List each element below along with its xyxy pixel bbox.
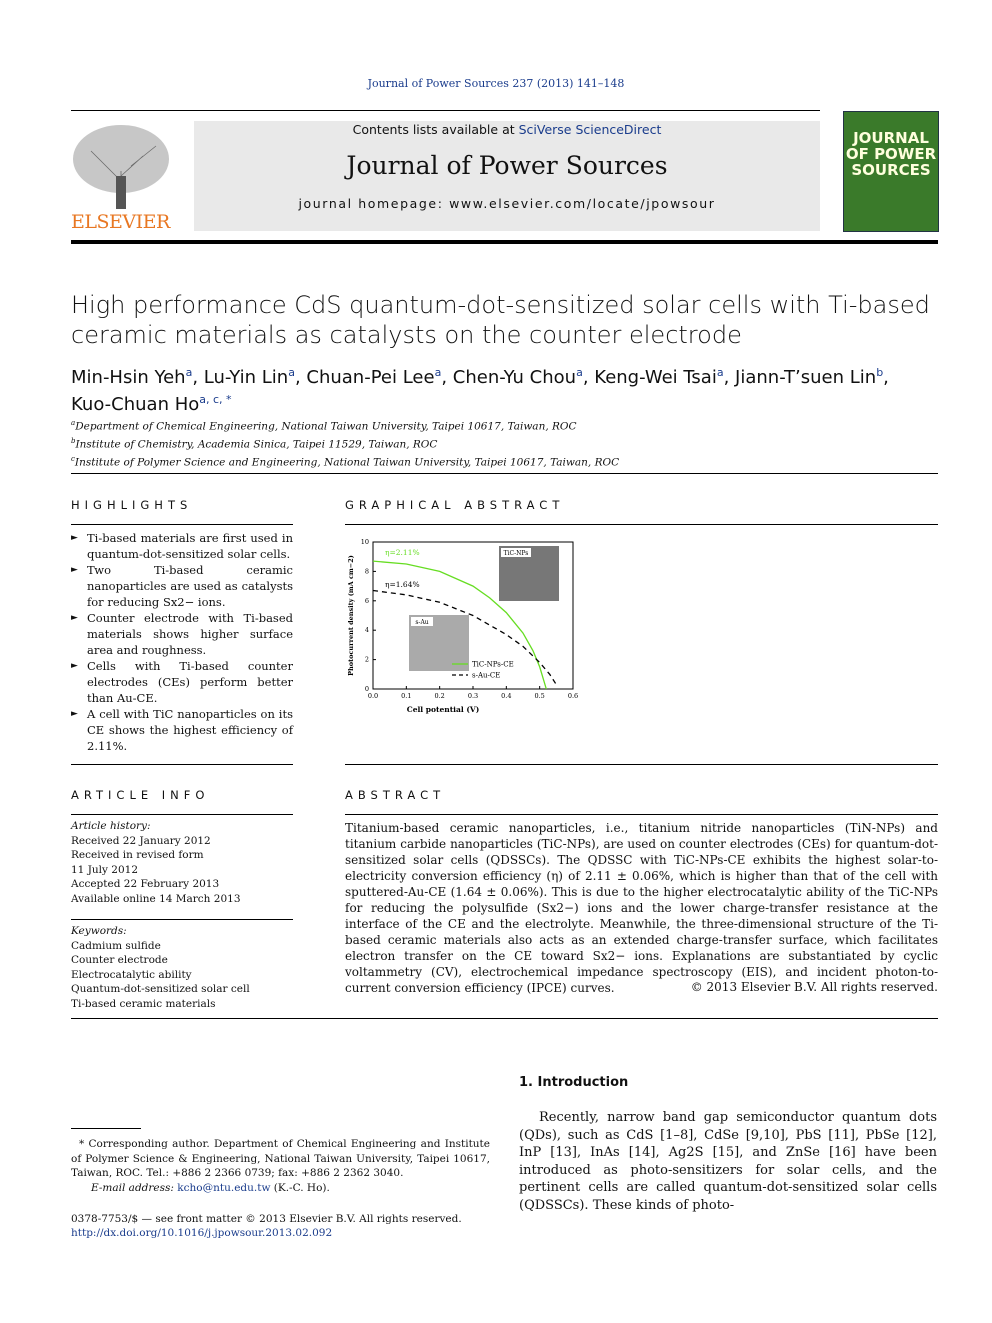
- efficiency-annotation: η=2.11%: [385, 548, 420, 557]
- author[interactable]: Chuan-Pei Leea,: [306, 366, 452, 388]
- divider: [71, 473, 938, 474]
- article-info-heading: ARTICLE INFO: [71, 788, 210, 802]
- highlight-item: Ti-based materials are first used in qua…: [71, 530, 293, 562]
- x-tick-label: 0.3: [468, 692, 478, 700]
- divider: [71, 1128, 141, 1129]
- keyword: Quantum-dot-sensitized solar cell: [71, 983, 250, 995]
- divider: [345, 524, 938, 525]
- x-axis-label: Cell potential (V): [407, 705, 480, 714]
- keyword: Cadmium sulfide: [71, 939, 161, 952]
- y-tick-label: 4: [365, 626, 369, 634]
- email-line: E-mail address: kcho@ntu.edu.tw (K.-C. H…: [91, 1182, 330, 1194]
- author[interactable]: Keng-Wei Tsaia,: [594, 366, 735, 388]
- history-item: Received 22 January 2012: [71, 834, 211, 847]
- affiliation: cInstitute of Polymer Science and Engine…: [71, 455, 620, 469]
- affiliations: aDepartment of Chemical Engineering, Nat…: [71, 416, 619, 470]
- journal-homepage[interactable]: journal homepage: www.elsevier.com/locat…: [194, 196, 820, 211]
- legend-label: s-Au-CE: [472, 672, 500, 680]
- highlights-heading: HIGHLIGHTS: [71, 498, 193, 512]
- highlight-item: Counter electrode with Ti-based material…: [71, 610, 293, 658]
- divider: [71, 524, 293, 525]
- highlight-item: A cell with TiC nanoparticles on its CE …: [71, 706, 293, 754]
- affiliation-link[interactable]: a: [435, 366, 442, 379]
- affiliation: bInstitute of Chemistry, Academia Sinica…: [71, 437, 438, 451]
- journal-banner: Contents lists available at SciVerse Sci…: [194, 121, 820, 231]
- legend-label: TiC-NPs-CE: [472, 661, 514, 669]
- x-tick-label: 0.6: [568, 692, 578, 700]
- history-item: Accepted 22 February 2013: [71, 878, 220, 890]
- keyword: Electrocatalytic ability: [71, 968, 192, 981]
- affiliation: aDepartment of Chemical Engineering, Nat…: [71, 419, 577, 433]
- author-list: Min-Hsin Yeha, Lu-Yin Lina, Chuan-Pei Le…: [71, 362, 931, 416]
- divider: [71, 240, 938, 244]
- divider: [345, 764, 938, 765]
- copyright: © 2013 Elsevier B.V. All rights reserved…: [690, 980, 938, 994]
- author[interactable]: Kuo-Chuan Hoa, c, *: [71, 393, 232, 415]
- inset-label-au: s-Au: [415, 619, 428, 626]
- affiliation-link[interactable]: a: [288, 366, 295, 379]
- y-tick-label: 6: [365, 597, 369, 605]
- highlights-list: Ti-based materials are first used in qua…: [71, 530, 293, 754]
- divider: [345, 814, 938, 815]
- y-tick-label: 2: [365, 656, 369, 664]
- history-list: Received 22 January 2012 Received in revi…: [71, 834, 293, 907]
- divider: [71, 1018, 938, 1019]
- divider: [71, 814, 293, 815]
- affiliation-link[interactable]: a: [717, 366, 724, 379]
- introduction-text: Recently, narrow band gap semiconductor …: [519, 1110, 937, 1213]
- keyword: Ti-based ceramic materials: [71, 997, 216, 1010]
- abstract-heading: ABSTRACT: [345, 788, 446, 802]
- graphical-abstract-heading: GRAPHICAL ABSTRACT: [345, 498, 565, 512]
- x-tick-label: 0.5: [534, 692, 544, 700]
- divider: [71, 919, 293, 920]
- affiliation-link[interactable]: a, c, *: [199, 393, 231, 406]
- history-item: 11 July 2012: [71, 863, 139, 876]
- article-title: High performance CdS quantum-dot-sensiti…: [71, 291, 930, 349]
- journal-title: Journal of Power Sources: [346, 151, 668, 180]
- affiliation-link[interactable]: a: [186, 366, 193, 379]
- doi-link[interactable]: http://dx.doi.org/10.1016/j.jpowsour.201…: [71, 1226, 332, 1241]
- article-history: Article history: Received 22 January 201…: [71, 819, 293, 906]
- jv-curve-chart: 0.0 0.1 0.2 0.3 0.4 0.5 0.6 0 2 4 6 8 10 Cell potenti…: [347, 538, 578, 714]
- history-item: Available online 14 March 2013: [71, 892, 241, 905]
- y-axis-label: Photocurrent density (mA cm−2): [347, 555, 355, 676]
- author[interactable]: Lu-Yin Lina,: [204, 366, 307, 388]
- y-tick-label: 8: [365, 567, 369, 575]
- divider: [71, 764, 293, 765]
- affiliation-link[interactable]: a: [576, 366, 583, 379]
- corresponding-author-footnote: * Corresponding author. Department of Ch…: [71, 1138, 490, 1179]
- x-tick-label: 0.0: [368, 692, 378, 700]
- keywords: Keywords: Cadmium sulfide Counter electro…: [71, 924, 293, 1011]
- y-tick-label: 0: [365, 685, 369, 693]
- page: Journal of Power Sources 237 (2013) 141–…: [0, 0, 992, 1323]
- x-tick-label: 0.2: [434, 692, 444, 700]
- elsevier-logo: ELSEVIER: [71, 121, 171, 233]
- keyword-list: Cadmium sulfide Counter electrode Electroc…: [71, 939, 293, 1012]
- x-tick-label: 0.4: [501, 692, 511, 700]
- x-tick-label: 0.1: [401, 692, 411, 700]
- author[interactable]: Chen-Yu Choua,: [453, 366, 594, 388]
- introduction-heading: 1. Introduction: [519, 1075, 629, 1090]
- inset-label-tic: TiC-NPs: [504, 550, 529, 557]
- journal-reference-link[interactable]: Journal of Power Sources 237 (2013) 141–…: [0, 77, 992, 90]
- history-item: Received in revised form: [71, 849, 204, 861]
- highlight-item: Cells with Ti-based counter electrodes (…: [71, 658, 293, 706]
- journal-cover: JOURNAL OF POWER SOURCES: [843, 111, 939, 232]
- y-tick-label: 10: [361, 538, 369, 546]
- highlight-item: Two Ti-based ceramic nanoparticles are u…: [71, 562, 293, 610]
- author[interactable]: Jiann-T’suen Linb,: [735, 366, 889, 388]
- sciencedirect-link[interactable]: SciVerse ScienceDirect: [519, 122, 662, 137]
- issn-line: 0378-7753/$ — see front matter © 2013 El…: [71, 1213, 462, 1225]
- abstract-text: Titanium-based ceramic nanoparticles, i.…: [345, 821, 938, 995]
- affiliation-link[interactable]: b: [876, 366, 883, 379]
- efficiency-annotation: η=1.64%: [385, 580, 420, 589]
- author[interactable]: Min-Hsin Yeha,: [71, 366, 204, 388]
- email-link[interactable]: kcho@ntu.edu.tw: [177, 1182, 270, 1194]
- keyword: Counter electrode: [71, 954, 168, 966]
- divider: [71, 110, 820, 111]
